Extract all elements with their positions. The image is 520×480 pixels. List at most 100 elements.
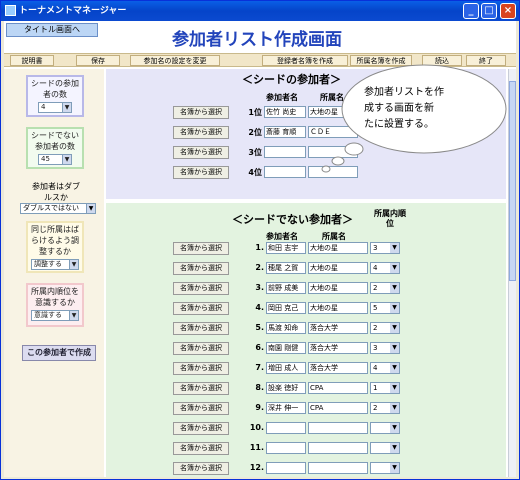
rank-in-org-select[interactable]: 3 ▼ — [370, 342, 400, 354]
organization-input[interactable]: 落合大学 — [308, 322, 368, 334]
participant-name-input[interactable]: 深井 伸一 — [266, 402, 306, 414]
organization-input[interactable]: 大地の星 — [308, 242, 368, 254]
choose-from-roster-button[interactable]: 名簿から選択 — [173, 442, 229, 455]
chevron-down-icon: ▼ — [390, 323, 399, 333]
nonseed-row: 名簿から選択 4. 岡田 克己 大地の星 5 ▼ — [106, 301, 506, 317]
app-window: トーナメントマネージャー _ □ × タイトル画面へ 参加者リスト作成画面 説明… — [0, 0, 520, 480]
nonseed-row: 名簿から選択 3. 前野 成美 大地の星 2 ▼ — [106, 281, 506, 297]
participant-name-input[interactable]: 岡田 克己 — [266, 302, 306, 314]
rank-in-org-select[interactable]: ▼ — [370, 462, 400, 474]
nonseed-section-title: ＜シードでない参加者＞ — [232, 213, 353, 226]
rank-in-org-select[interactable]: 4 ▼ — [370, 362, 400, 374]
choose-from-roster-button[interactable]: 名簿から選択 — [173, 322, 229, 335]
nonseed-row: 名簿から選択 7. 増田 成人 落合大学 4 ▼ — [106, 361, 506, 377]
organization-input[interactable]: 大地の星 — [308, 302, 368, 314]
spread-label: 同じ所属はばらけるよう調整するか — [31, 225, 79, 256]
callout-line: 成する画面を新 — [364, 101, 434, 114]
chevron-down-icon: ▼ — [69, 311, 78, 320]
rank-in-org-select[interactable]: 4 ▼ — [370, 262, 400, 274]
title-bar[interactable]: トーナメントマネージャー _ □ × — [1, 1, 519, 21]
chevron-down-icon: ▼ — [390, 283, 399, 293]
organization-input[interactable]: 落合大学 — [308, 342, 368, 354]
chevron-down-icon: ▼ — [390, 463, 399, 473]
rank-aware-select[interactable]: 意識する ▼ — [31, 310, 79, 321]
choose-from-roster-button[interactable]: 名簿から選択 — [173, 462, 229, 475]
organization-input[interactable]: 大地の星 — [308, 282, 368, 294]
organization-input[interactable]: 大地の星 — [308, 262, 368, 274]
nonseed-row: 名簿から選択 11. ▼ — [106, 441, 506, 457]
organization-input[interactable]: CPA — [308, 382, 368, 394]
nonseed-row: 名簿から選択 10. ▼ — [106, 421, 506, 437]
participant-name-input[interactable]: 和田 志宇 — [266, 242, 306, 254]
choose-from-roster-button[interactable]: 名簿から選択 — [173, 282, 229, 295]
choose-from-roster-button[interactable]: 名簿から選択 — [173, 422, 229, 435]
rank-in-org-select[interactable]: 3 ▼ — [370, 242, 400, 254]
nonseed-row: 名簿から選択 1. 和田 志宇 大地の星 3 ▼ — [106, 241, 506, 257]
rank-in-org-select[interactable]: 1 ▼ — [370, 382, 400, 394]
maximize-button[interactable]: □ — [481, 3, 497, 19]
rank-in-org-select[interactable]: 5 ▼ — [370, 302, 400, 314]
rank-aware-box: 所属内順位を意識するか 意識する ▼ — [26, 283, 84, 327]
close-button[interactable]: × — [500, 3, 516, 19]
chevron-down-icon: ▼ — [390, 263, 399, 273]
spread-box: 同じ所属はばらけるよう調整するか 調整する ▼ — [26, 221, 84, 273]
participant-name-input[interactable] — [266, 442, 306, 454]
nonseed-row: 名簿から選択 12. ▼ — [106, 461, 506, 477]
choose-from-roster-button[interactable]: 名簿から選択 — [173, 362, 229, 375]
participant-name-input[interactable]: 前野 成美 — [266, 282, 306, 294]
row-number: 1. — [255, 243, 264, 252]
chevron-down-icon: ▼ — [390, 363, 399, 373]
row-number: 6. — [255, 343, 264, 352]
nonseed-row: 名簿から選択 8. 設楽 徳好 CPA 1 ▼ — [106, 381, 506, 397]
rank-in-org-select[interactable]: ▼ — [370, 422, 400, 434]
participant-name-input[interactable] — [266, 462, 306, 474]
row-number: 12. — [249, 463, 264, 472]
nonseed-row: 名簿から選択 9. 深井 伸一 CPA 2 ▼ — [106, 401, 506, 417]
participant-name-input[interactable]: 穂尾 之賀 — [266, 262, 306, 274]
row-number: 8. — [255, 383, 264, 392]
choose-from-roster-button[interactable]: 名簿から選択 — [173, 382, 229, 395]
participant-name-input[interactable]: 南園 剛健 — [266, 342, 306, 354]
organization-input[interactable]: CPA — [308, 402, 368, 414]
create-with-participants-button[interactable]: この参加者で作成 — [22, 345, 96, 361]
chevron-down-icon: ▼ — [390, 403, 399, 413]
app-icon — [5, 5, 16, 16]
choose-from-roster-button[interactable]: 名簿から選択 — [173, 262, 229, 275]
chevron-down-icon: ▼ — [86, 204, 95, 213]
organization-input[interactable] — [308, 462, 368, 474]
organization-input[interactable] — [308, 422, 368, 434]
participant-name-input[interactable] — [266, 422, 306, 434]
window-title: トーナメントマネージャー — [19, 6, 127, 16]
chevron-down-icon: ▼ — [390, 343, 399, 353]
rank-in-org-select[interactable]: 2 ▼ — [370, 402, 400, 414]
rank-in-org-select[interactable]: ▼ — [370, 442, 400, 454]
nonseed-row: 名簿から選択 6. 南園 剛健 落合大学 3 ▼ — [106, 341, 506, 357]
chevron-down-icon: ▼ — [390, 303, 399, 313]
rank-in-org-select[interactable]: 2 ▼ — [370, 322, 400, 334]
participant-name-input[interactable]: 馬渡 知命 — [266, 322, 306, 334]
participant-name-input[interactable]: 設楽 徳好 — [266, 382, 306, 394]
row-number: 9. — [255, 403, 264, 412]
row-number: 4. — [255, 303, 264, 312]
callout-line: たに設置する。 — [364, 117, 434, 130]
rank-in-org-select[interactable]: 2 ▼ — [370, 282, 400, 294]
organization-input[interactable] — [308, 442, 368, 454]
minimize-button[interactable]: _ — [463, 3, 479, 19]
row-number: 5. — [255, 323, 264, 332]
chevron-down-icon: ▼ — [390, 423, 399, 433]
nonseed-row: 名簿から選択 2. 穂尾 之賀 大地の星 4 ▼ — [106, 261, 506, 277]
rank-aware-label: 所属内順位を意識するか — [31, 287, 79, 307]
spread-select[interactable]: 調整する ▼ — [31, 259, 79, 270]
choose-from-roster-button[interactable]: 名簿から選択 — [173, 342, 229, 355]
callout-balloon: 参加者リストを作 成する画面を新 たに設置する。 — [321, 64, 507, 173]
row-number: 10. — [249, 423, 264, 432]
nonseed-row: 名簿から選択 5. 馬渡 知命 落合大学 2 ▼ — [106, 321, 506, 337]
chevron-down-icon: ▼ — [390, 443, 399, 453]
nonseed-col-rank: 所属内順位 — [374, 209, 406, 228]
organization-input[interactable]: 落合大学 — [308, 362, 368, 374]
choose-from-roster-button[interactable]: 名簿から選択 — [173, 242, 229, 255]
doubles-select[interactable]: ダブルスではない ▼ — [20, 203, 96, 214]
choose-from-roster-button[interactable]: 名簿から選択 — [173, 402, 229, 415]
choose-from-roster-button[interactable]: 名簿から選択 — [173, 302, 229, 315]
participant-name-input[interactable]: 増田 成人 — [266, 362, 306, 374]
